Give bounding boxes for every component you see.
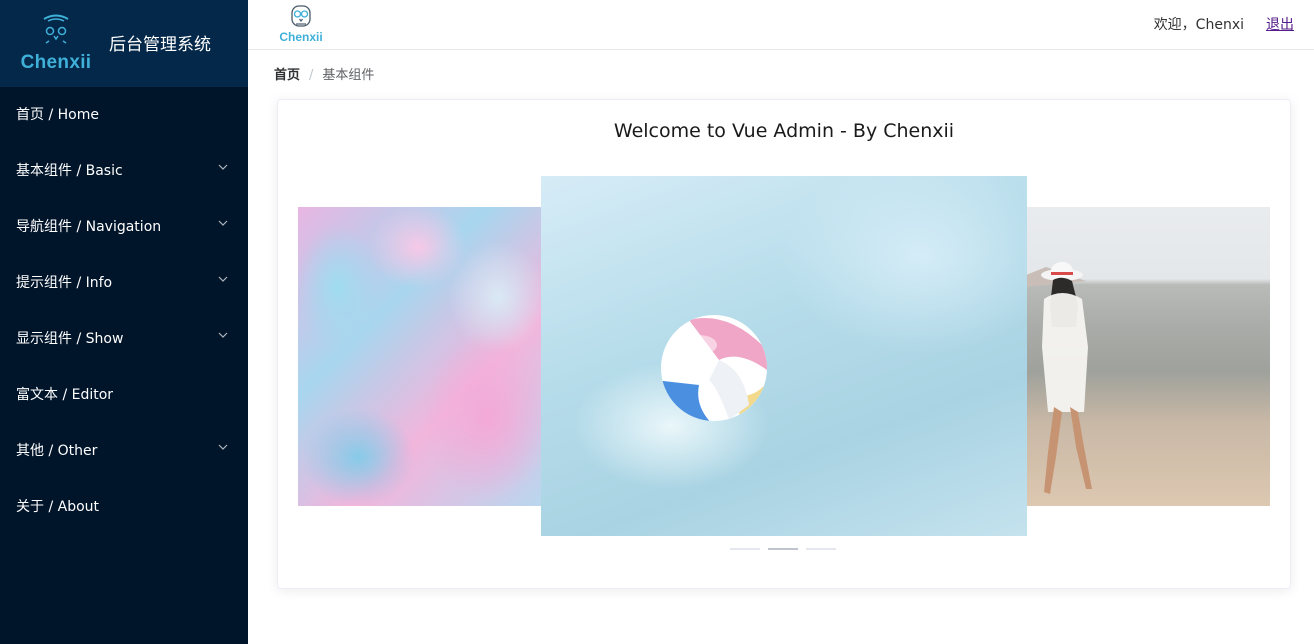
sidebar-item-label: 首页 / Home xyxy=(16,107,99,123)
sidebar-item-navigation[interactable]: 导航组件 / Navigation xyxy=(0,199,248,255)
logout-link[interactable]: 退出 xyxy=(1266,14,1294,34)
sidebar-item-other[interactable]: 其他 / Other xyxy=(0,423,248,479)
sidebar-item-label: 显示组件 / Show xyxy=(16,331,124,347)
sidebar-menu: 首页 / Home 基本组件 / Basic 导航组件 / Navigation… xyxy=(0,87,248,535)
sidebar-item-about[interactable]: 关于 / About xyxy=(0,479,248,535)
brand-logo-text: Chenxii xyxy=(20,52,92,73)
page-title: Welcome to Vue Admin - By Chenxii xyxy=(613,120,955,142)
sidebar-item-home[interactable]: 首页 / Home xyxy=(0,87,248,143)
header-logo[interactable]: Chenxii xyxy=(275,4,327,46)
sidebar-item-label: 其他 / Other xyxy=(16,443,98,459)
sidebar-item-basic[interactable]: 基本组件 / Basic xyxy=(0,143,248,199)
owl-logo-icon xyxy=(291,5,311,27)
sidebar-item-label: 关于 / About xyxy=(16,499,100,515)
woman-on-beach-image xyxy=(1026,262,1092,494)
carousel-indicators xyxy=(730,548,840,552)
beach-ball-image xyxy=(661,315,767,421)
sidebar-item-show[interactable]: 显示组件 / Show xyxy=(0,311,248,367)
top-header: Chenxii 欢迎，Chenxi 退出 xyxy=(248,0,1314,50)
content-card: Welcome to Vue Admin - By Chenxii xyxy=(277,99,1291,589)
brand-logo[interactable]: Chenxii xyxy=(16,12,96,76)
header-logo-text: Chenxii xyxy=(279,30,323,44)
breadcrumb-home[interactable]: 首页 xyxy=(274,68,300,83)
welcome-user-text: 欢迎，Chenxi xyxy=(1153,17,1244,33)
app-title: 后台管理系统 xyxy=(109,35,211,55)
carousel-slide-beach-ball[interactable] xyxy=(541,176,1027,536)
sidebar-item-label: 基本组件 / Basic xyxy=(16,163,123,179)
sidebar-item-label: 提示组件 / Info xyxy=(16,275,113,291)
sidebar-item-editor[interactable]: 富文本 / Editor xyxy=(0,367,248,423)
carousel-slide-beach-woman[interactable] xyxy=(1026,207,1270,506)
chevron-down-icon xyxy=(218,444,228,450)
breadcrumb-current: 基本组件 xyxy=(322,68,375,83)
owl-logo-icon xyxy=(43,14,69,44)
sidebar: Chenxii 后台管理系统 首页 / Home 基本组件 / Basic 导航… xyxy=(0,0,248,644)
chevron-down-icon xyxy=(218,276,228,282)
chevron-down-icon xyxy=(218,164,228,170)
carousel-indicator[interactable] xyxy=(730,548,760,550)
chevron-down-icon xyxy=(218,220,228,226)
breadcrumb-separator: / xyxy=(309,68,314,83)
carousel-indicator[interactable] xyxy=(806,548,836,550)
sidebar-item-label: 导航组件 / Navigation xyxy=(16,219,162,235)
sidebar-item-label: 富文本 / Editor xyxy=(16,387,114,403)
brand-header: Chenxii 后台管理系统 xyxy=(0,0,248,87)
chevron-down-icon xyxy=(218,332,228,338)
breadcrumb: 首页 / 基本组件 xyxy=(274,64,374,83)
carousel-slide-marble[interactable] xyxy=(298,207,542,506)
sidebar-item-info[interactable]: 提示组件 / Info xyxy=(0,255,248,311)
carousel-indicator-active[interactable] xyxy=(768,548,798,550)
